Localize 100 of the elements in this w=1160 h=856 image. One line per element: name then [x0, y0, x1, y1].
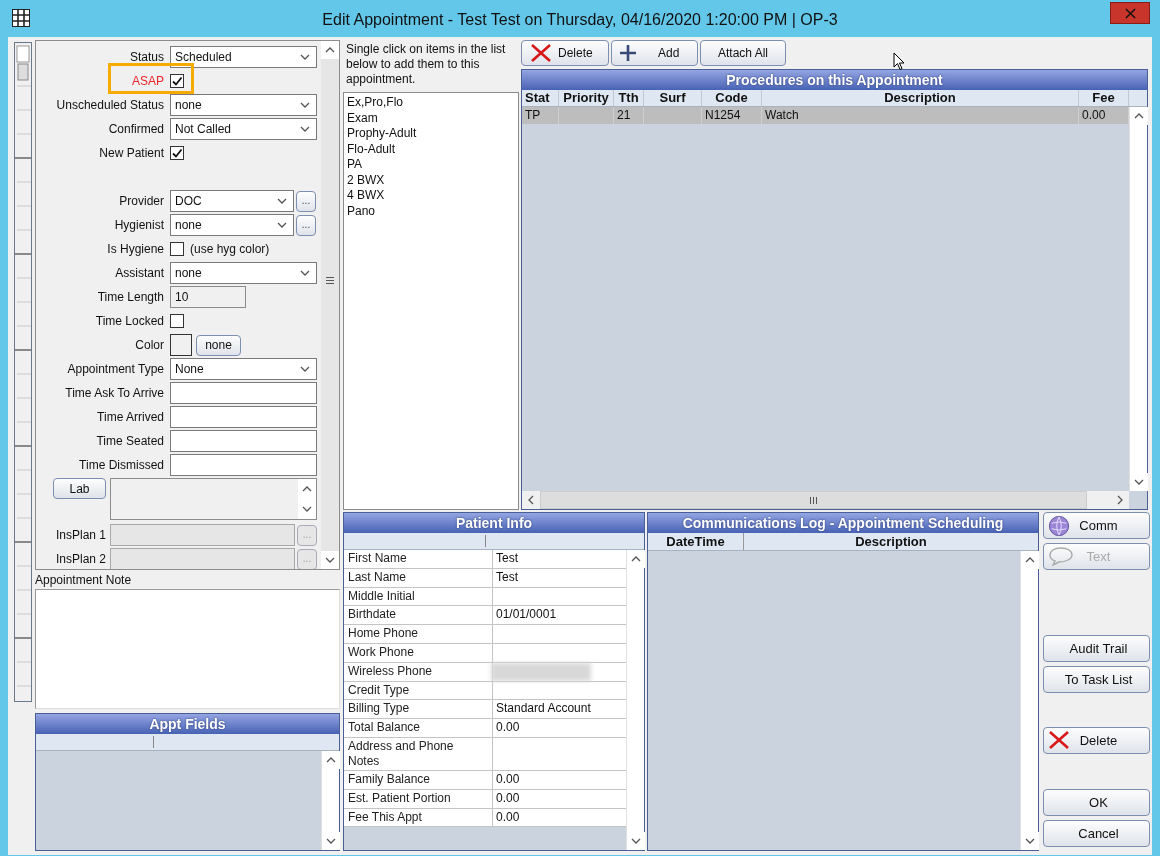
action-button[interactable]: OK	[1043, 789, 1150, 816]
chevron-up-icon[interactable]	[302, 486, 312, 492]
action-button[interactable]: Audit Trail	[1043, 635, 1150, 662]
action-button[interactable]: Cancel	[1043, 820, 1150, 847]
dropdown[interactable]: none	[170, 262, 317, 284]
action-button[interactable]: To Task List	[1043, 666, 1150, 693]
input-field[interactable]	[170, 430, 317, 452]
horizontal-scrollbar[interactable]	[522, 491, 1129, 509]
grid-title: Patient Info	[344, 513, 644, 533]
appointment-note-field[interactable]	[35, 589, 340, 709]
close-button[interactable]	[1110, 2, 1150, 24]
table-cell: 01/01/0001	[496, 607, 557, 622]
chevron-up-icon[interactable]	[325, 47, 335, 53]
chevron-down-icon[interactable]	[277, 198, 287, 204]
table-cell: 21	[617, 108, 631, 122]
input-field[interactable]	[170, 406, 317, 428]
delete-button[interactable]: Delete	[521, 40, 609, 66]
delete-button[interactable]: Delete	[1043, 727, 1150, 754]
table-cell: Billing Type	[348, 701, 410, 716]
chevron-down-icon[interactable]	[300, 366, 310, 372]
field-label: Unscheduled Status	[55, 98, 164, 112]
scrollbar[interactable]	[321, 751, 339, 850]
table-cell: Est. Patient Portion	[348, 790, 451, 805]
chevron-down-icon[interactable]	[326, 838, 336, 844]
dropdown[interactable]: None	[170, 358, 317, 380]
chevron-down-icon[interactable]	[277, 222, 287, 228]
table-row[interactable]: TP 21 N1254 Watch 0.00	[522, 107, 1129, 124]
chevron-up-icon[interactable]	[326, 757, 336, 763]
more-button[interactable]: ...	[296, 190, 316, 212]
table-cell: Birthdate	[348, 607, 397, 622]
time-ruler-drawing[interactable]	[14, 42, 32, 702]
chevron-left-icon[interactable]	[528, 495, 534, 505]
list-item[interactable]: 2 BWX	[347, 172, 515, 188]
checkbox[interactable]	[170, 242, 184, 256]
field-label: Time Locked	[94, 314, 164, 328]
field-label: Color	[134, 338, 164, 352]
attach-all-button[interactable]: Attach All	[700, 40, 786, 66]
dropdown[interactable]: Not Called	[170, 118, 317, 140]
plus-icon	[618, 43, 638, 63]
list-item[interactable]: Flo-Adult	[347, 141, 515, 157]
chevron-up-icon[interactable]	[1025, 557, 1035, 563]
globe-icon	[1048, 515, 1070, 537]
column-header[interactable]: Code	[702, 90, 762, 106]
dropdown[interactable]: Scheduled	[170, 46, 317, 68]
checkbox[interactable]	[170, 146, 184, 160]
grid-title: Procedures on this Appointment	[522, 70, 1147, 90]
list-item[interactable]: Pano	[347, 203, 515, 219]
dropdown[interactable]: none	[170, 94, 317, 116]
add-button[interactable]: Add	[611, 40, 698, 66]
chevron-down-icon[interactable]	[631, 838, 641, 844]
column-header[interactable]: Stat	[522, 90, 559, 106]
appointment-note-label: Appointment Note	[35, 573, 133, 589]
close-icon	[1124, 7, 1136, 19]
input-field[interactable]	[170, 382, 317, 404]
table-cell: 0.00	[496, 809, 520, 824]
list-item[interactable]: Prophy-Adult	[347, 126, 515, 142]
checkbox[interactable]	[170, 314, 184, 328]
table-cell: Address and Phone Notes	[348, 738, 454, 768]
color-swatch[interactable]	[170, 334, 192, 356]
column-header[interactable]: Description	[744, 533, 1038, 550]
column-header[interactable]: Tth	[614, 90, 644, 106]
scrollbar[interactable]	[321, 41, 339, 569]
column-header[interactable]: Priority	[559, 90, 614, 106]
more-button[interactable]: ...	[296, 214, 316, 236]
lab-button[interactable]: Lab	[53, 478, 106, 499]
checkbox-note: (use hyg color)	[190, 242, 270, 256]
chevron-up-icon[interactable]	[1134, 113, 1144, 119]
checkbox[interactable]	[170, 74, 184, 88]
grip-icon	[326, 277, 334, 284]
column-header[interactable]: Fee	[1079, 90, 1129, 106]
chevron-up-icon[interactable]	[631, 556, 641, 562]
scrollbar[interactable]	[1020, 551, 1038, 850]
chevron-down-icon[interactable]	[325, 557, 335, 563]
list-item[interactable]: Ex,Pro,Flo	[347, 95, 515, 111]
chevron-right-icon[interactable]	[1117, 495, 1123, 505]
scrollbar[interactable]	[1129, 107, 1147, 491]
column-header[interactable]: DateTime	[648, 533, 744, 550]
chevron-down-icon[interactable]	[300, 126, 310, 132]
scrollbar[interactable]	[626, 550, 644, 850]
chevron-down-icon[interactable]	[300, 270, 310, 276]
lab-text-area[interactable]	[110, 478, 317, 520]
field-label: InsPlan 2	[54, 552, 106, 566]
input-field[interactable]	[170, 454, 317, 476]
color-none-button[interactable]: none	[196, 334, 241, 356]
dropdown[interactable]: none	[170, 214, 294, 236]
comm-button[interactable]: Comm	[1043, 512, 1150, 539]
list-item[interactable]: Exam	[347, 110, 515, 126]
chevron-down-icon[interactable]	[302, 506, 312, 512]
column-header[interactable]: Surf	[644, 90, 702, 106]
chevron-down-icon[interactable]	[300, 54, 310, 60]
readonly-field: 10	[170, 286, 246, 308]
list-item[interactable]: 4 BWX	[347, 188, 515, 204]
table-cell: 0.00	[496, 790, 520, 805]
chevron-down-icon[interactable]	[300, 102, 310, 108]
chevron-down-icon[interactable]	[1025, 838, 1035, 844]
table-cell: Last Name	[348, 569, 407, 584]
column-header[interactable]: Description	[762, 90, 1079, 106]
list-item[interactable]: PA	[347, 157, 515, 173]
chevron-down-icon[interactable]	[1134, 479, 1144, 485]
dropdown[interactable]: DOC	[170, 190, 294, 212]
